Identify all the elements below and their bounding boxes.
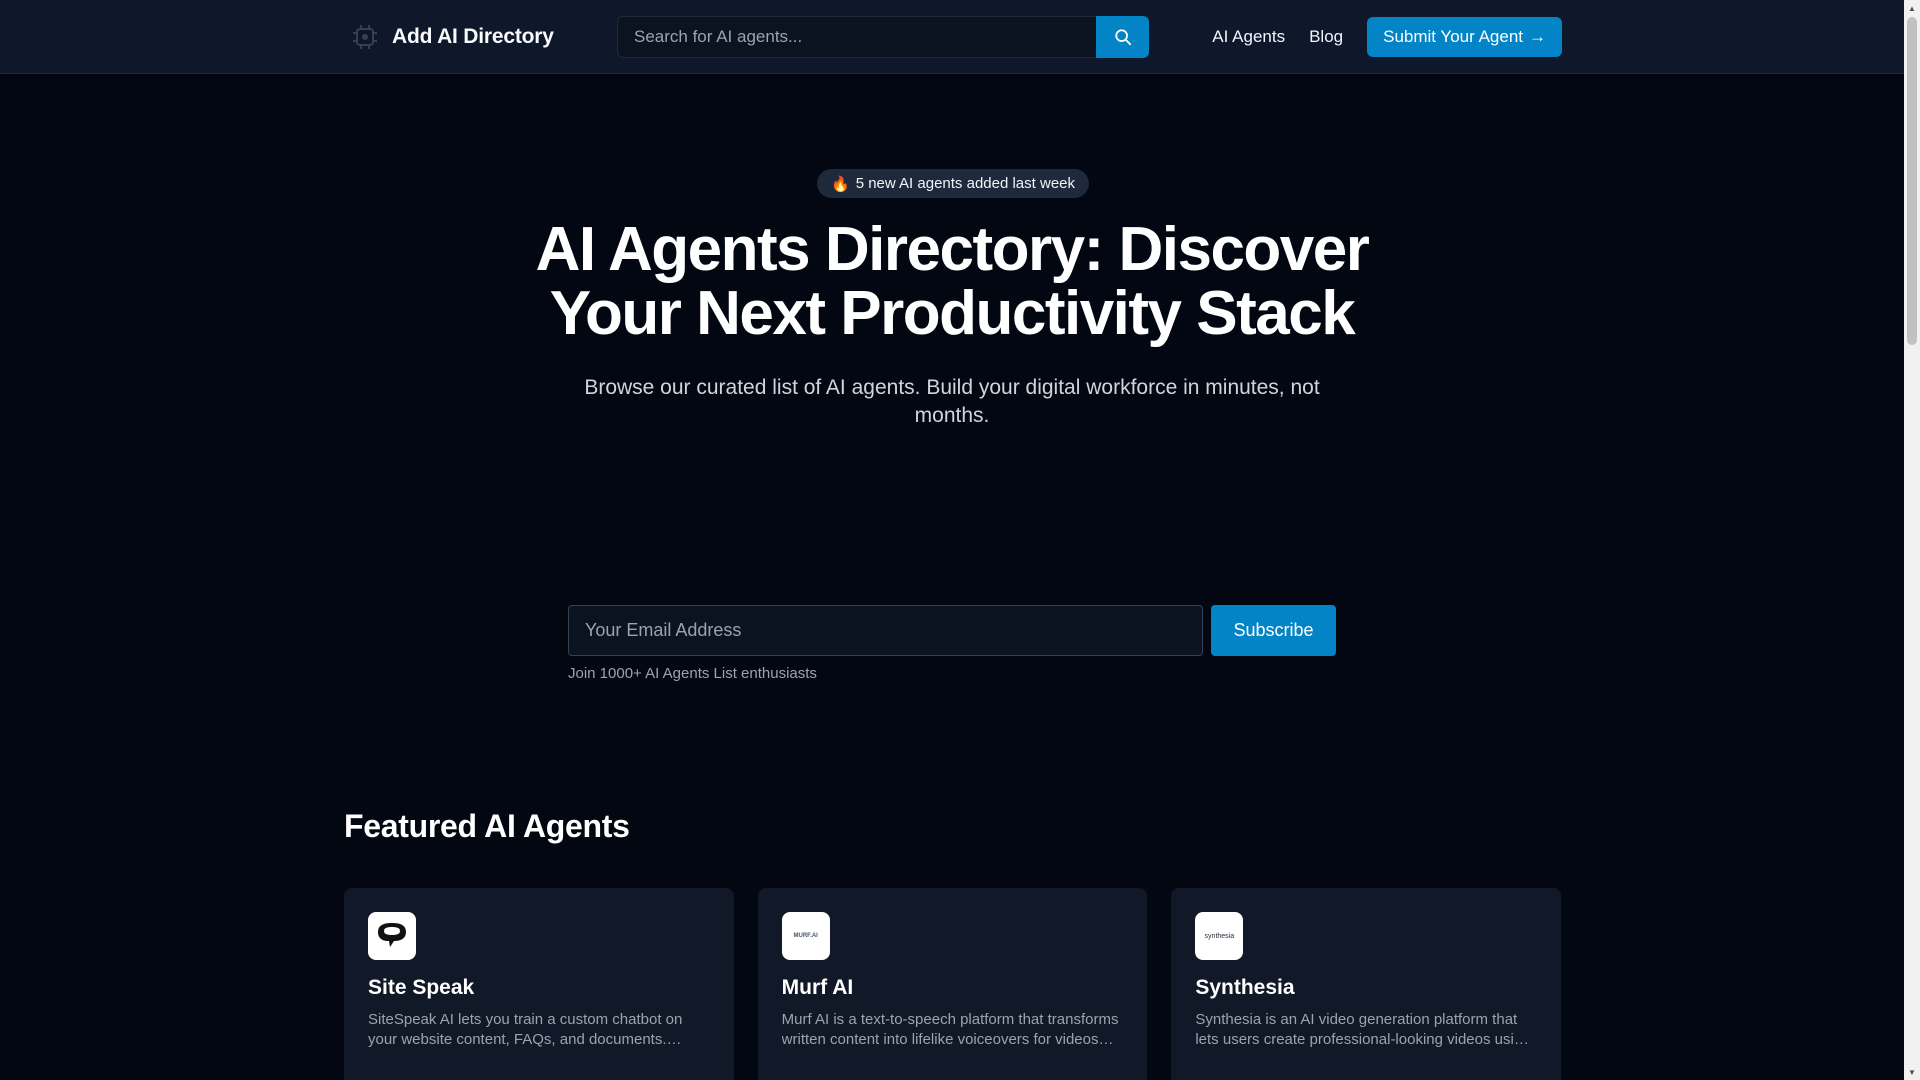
search-bar bbox=[617, 16, 1149, 58]
new-agents-badge: 🔥 5 new AI agents added last week bbox=[817, 169, 1090, 198]
featured-cards: Site Speak SiteSpeak AI lets you train a… bbox=[344, 888, 1562, 1080]
agent-name: Site Speak bbox=[368, 976, 475, 999]
agent-description: SiteSpeak AI lets you train a custom cha… bbox=[368, 1011, 683, 1048]
site-header: Add AI Directory AI Agents Blog Submit Y… bbox=[0, 0, 1904, 74]
page-scrollbar[interactable]: ▲ ▼ bbox=[1904, 0, 1920, 1080]
featured-section-title: Featured AI Agents bbox=[344, 808, 630, 844]
main-nav: AI Agents Blog Submit Your Agent → bbox=[1212, 17, 1562, 57]
search-icon bbox=[1114, 29, 1131, 46]
subscribe-form: Subscribe bbox=[568, 605, 1336, 656]
scroll-up-icon[interactable]: ▲ bbox=[1904, 0, 1920, 16]
synthesia-logo-icon: synthesia bbox=[1195, 912, 1244, 960]
agent-card-synthesia[interactable]: synthesia Synthesia Synthesia is an AI v… bbox=[1171, 888, 1562, 1080]
site-speak-logo-icon bbox=[368, 912, 416, 960]
brand-logo-icon bbox=[348, 20, 382, 54]
agent-description: Murf AI is a text-to-speech platform tha… bbox=[781, 1011, 1119, 1048]
submit-agent-label: Submit Your Agent bbox=[1383, 27, 1523, 46]
subscribe-note: Join 1000+ AI Agents List enthusiasts bbox=[568, 665, 817, 682]
subscribe-button[interactable]: Subscribe bbox=[1211, 605, 1336, 656]
hero-title: AI Agents Directory: Discover Your Next … bbox=[352, 218, 1552, 346]
badge-text: 5 new AI agents added last week bbox=[855, 175, 1076, 192]
agent-card-site-speak[interactable]: Site Speak SiteSpeak AI lets you train a… bbox=[344, 888, 734, 1080]
brand-name: Add AI Directory bbox=[392, 25, 554, 48]
murf-ai-logo-icon: MURF.AI bbox=[781, 912, 830, 960]
agent-name: Murf AI bbox=[781, 976, 854, 999]
scrollbar-thumb[interactable] bbox=[1907, 17, 1917, 345]
agent-name: Synthesia bbox=[1195, 976, 1295, 999]
agent-description: Synthesia is an AI video generation plat… bbox=[1195, 1011, 1531, 1048]
agent-card-murf-ai[interactable]: MURF.AI Murf AI Murf AI is a text-to-spe… bbox=[757, 888, 1148, 1080]
search-button[interactable] bbox=[1096, 16, 1149, 58]
scroll-down-icon[interactable]: ▼ bbox=[1904, 1064, 1920, 1080]
email-field[interactable] bbox=[568, 605, 1203, 656]
nav-blog[interactable]: Blog bbox=[1309, 27, 1343, 47]
synthesia-logo-text: synthesia bbox=[1204, 932, 1235, 940]
arrow-right-icon: → bbox=[1529, 27, 1546, 46]
fire-icon: 🔥 bbox=[831, 175, 850, 193]
hero-title-line-1: AI Agents Directory: Discover bbox=[535, 215, 1370, 284]
brand-link[interactable]: Add AI Directory bbox=[348, 20, 554, 54]
search-input[interactable] bbox=[617, 16, 1096, 58]
murf-ai-logo-text: MURF.AI bbox=[793, 933, 818, 939]
hero-title-line-2: Your Next Productivity Stack bbox=[549, 279, 1356, 348]
submit-agent-button[interactable]: Submit Your Agent → bbox=[1367, 17, 1562, 57]
nav-ai-agents[interactable]: AI Agents bbox=[1212, 27, 1285, 47]
hero-subtitle: Browse our curated list of AI agents. Bu… bbox=[584, 376, 1320, 427]
